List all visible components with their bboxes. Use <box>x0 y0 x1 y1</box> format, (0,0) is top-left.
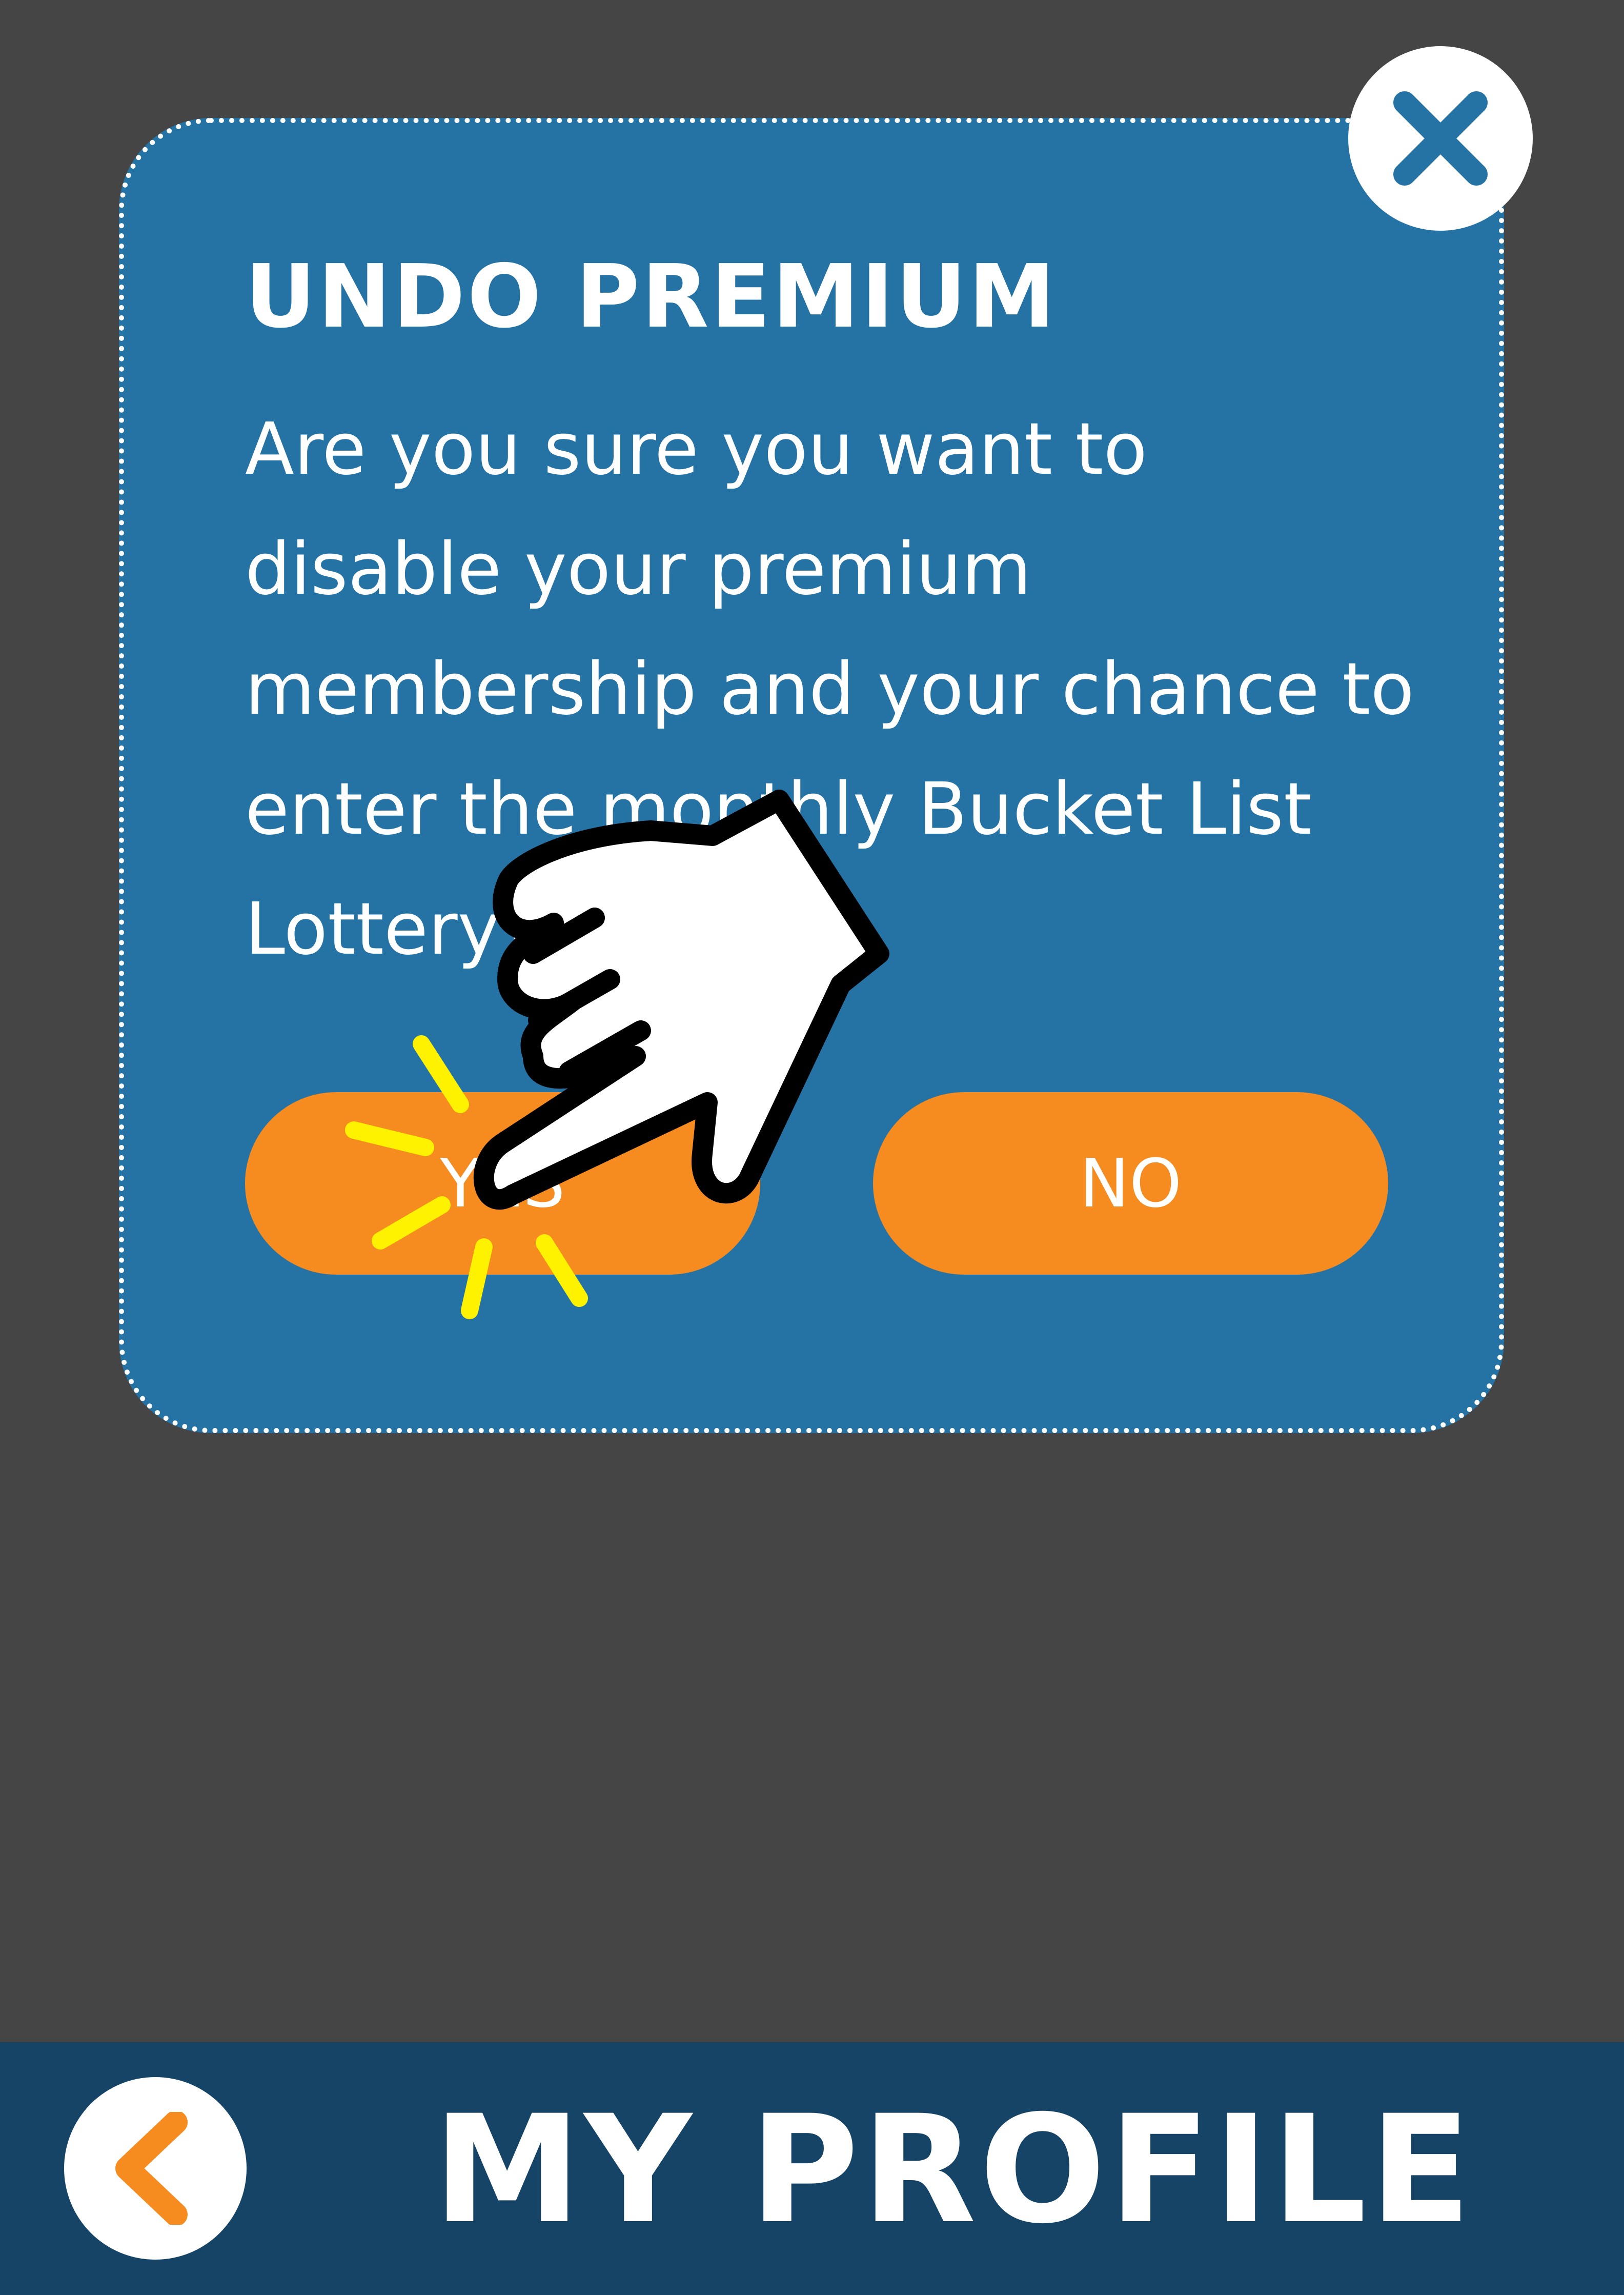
page-title: MY PROFILE <box>433 2084 1474 2257</box>
no-button-label: NO <box>1079 1144 1182 1222</box>
app-screen: UNDO PREMIUM Are you sure you want to di… <box>0 0 1624 2295</box>
close-x-icon <box>1393 91 1488 186</box>
dialog-message: Are you sure you want to disable your pr… <box>245 408 1414 971</box>
chevron-left-icon <box>115 2112 188 2225</box>
dialog-title: UNDO PREMIUM <box>245 246 1058 348</box>
undo-premium-dialog: UNDO PREMIUM Are you sure you want to di… <box>119 118 1504 1433</box>
yes-button[interactable]: YES <box>245 1092 760 1275</box>
yes-button-label: YES <box>440 1144 565 1222</box>
back-button[interactable] <box>64 2077 247 2260</box>
bottom-header-bar: MY PROFILE <box>0 2042 1624 2295</box>
close-button[interactable] <box>1348 46 1533 231</box>
no-button[interactable]: NO <box>873 1092 1388 1275</box>
